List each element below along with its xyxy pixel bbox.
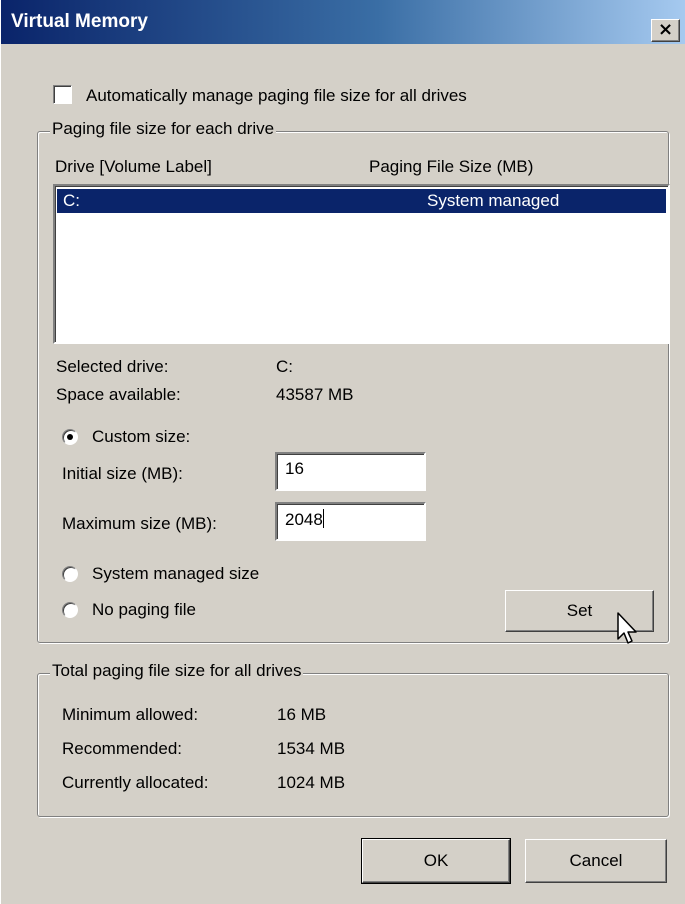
radio-selected-dot [67,434,73,440]
virtual-memory-dialog: Virtual Memory × Automatically manage pa… [0,0,685,904]
ok-button[interactable]: OK [361,838,511,884]
drive-row-size: System managed [427,191,560,210]
selected-drive-label: Selected drive: [56,357,169,376]
currently-allocated-value: 1024 MB [277,773,346,792]
text-caret [322,509,324,528]
custom-size-radio[interactable] [62,429,78,445]
drive-listbox[interactable]: C: System managed [53,184,670,344]
cancel-button-label: Cancel [569,851,623,870]
system-managed-radio[interactable] [62,566,78,582]
initial-size-value: 16 [285,459,304,478]
ok-button-label: OK [423,851,449,870]
no-paging-radio[interactable] [62,602,78,618]
maximum-size-input[interactable]: 2048 [275,502,426,541]
initial-size-label: Initial size (MB): [62,464,183,483]
currently-allocated-label: Currently allocated: [62,773,209,792]
arrow-cursor-icon [617,612,637,644]
maximum-size-label: Maximum size (MB): [62,514,217,533]
no-paging-label[interactable]: No paging file [92,600,196,620]
space-available-label: Space available: [56,385,181,404]
cancel-button[interactable]: Cancel [525,839,667,883]
auto-manage-checkbox[interactable] [53,85,72,104]
system-managed-label[interactable]: System managed size [92,564,259,584]
close-button[interactable]: × [651,19,680,42]
title-bar[interactable]: Virtual Memory × [1,0,685,44]
custom-size-label[interactable]: Custom size: [92,427,190,447]
window-title: Virtual Memory [11,11,148,32]
selected-drive-value: C: [276,357,293,376]
column-header-size: Paging File Size (MB) [369,157,534,176]
drive-row-drive: C: [63,191,80,210]
recommended-label: Recommended: [62,739,183,758]
drive-row-c[interactable]: C: System managed [57,189,666,213]
space-available-value: 43587 MB [276,385,354,404]
paging-group-title: Paging file size for each drive [50,119,277,139]
close-icon: × [657,19,674,40]
minimum-allowed-label: Minimum allowed: [62,705,199,724]
column-header-drive: Drive [Volume Label] [55,157,212,176]
recommended-value: 1534 MB [277,739,346,758]
auto-manage-label[interactable]: Automatically manage paging file size fo… [86,86,467,106]
set-button-label: Set [566,601,593,620]
minimum-allowed-value: 16 MB [277,705,327,724]
maximum-size-value: 2048 [285,510,323,529]
total-group-title: Total paging file size for all drives [50,661,304,681]
initial-size-input[interactable]: 16 [275,452,426,491]
